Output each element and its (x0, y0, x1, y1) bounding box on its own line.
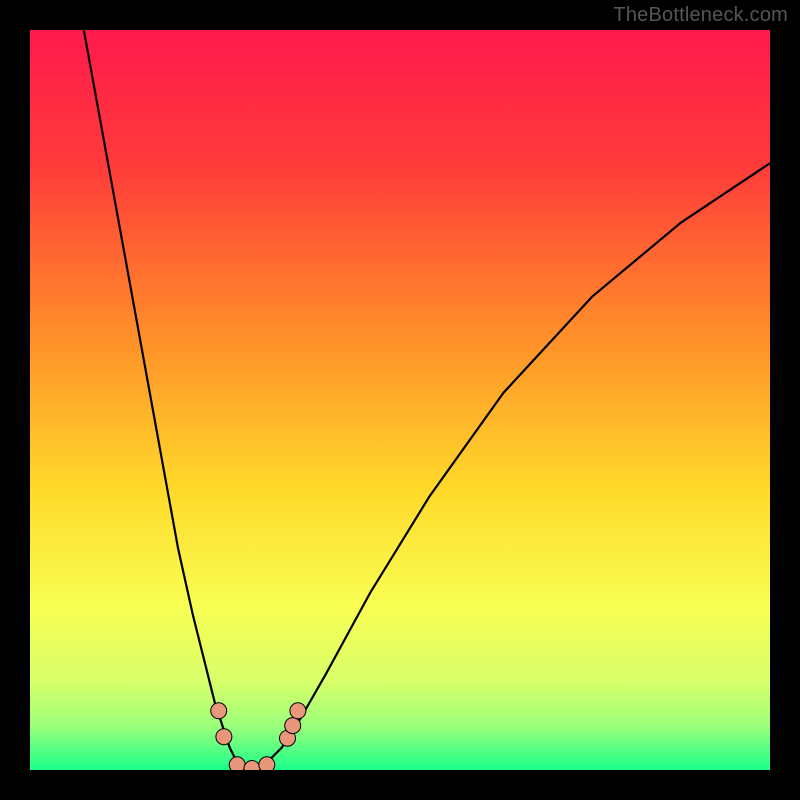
marker-dot (259, 757, 275, 770)
marker-dot (290, 703, 306, 719)
chart-plot-area (30, 30, 770, 770)
marker-dot (229, 757, 245, 770)
watermark-text: TheBottleneck.com (613, 4, 788, 27)
marker-dot (285, 718, 301, 734)
chart-svg (30, 30, 770, 770)
gradient-background (30, 30, 770, 770)
chart-container: TheBottleneck.com (0, 0, 800, 800)
marker-dot (211, 703, 227, 719)
marker-dot (216, 729, 232, 745)
